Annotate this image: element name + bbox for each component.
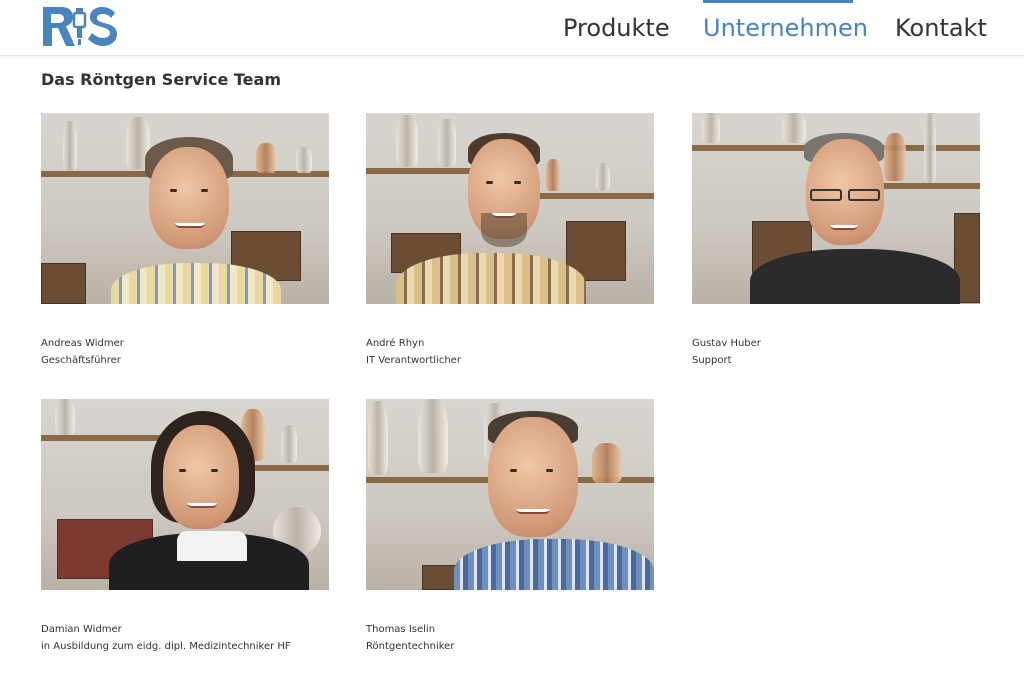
nav-item-produkte[interactable]: Produkte [563,12,670,44]
team-member-name: Thomas Iselin [366,624,436,635]
team-member-name: Gustav Huber [692,338,761,349]
team-member-card: Damian Widmer in Ausbildung zum eidg. di… [41,399,329,652]
team-member-name: Damian Widmer [41,624,122,635]
page-title: Das Röntgen Service Team [41,70,281,89]
nav-item-kontakt[interactable]: Kontakt [895,12,987,44]
team-member-role: Support [692,355,732,366]
team-member-card: Andreas Widmer Geschäftsführer [41,113,329,366]
team-member-name: Andreas Widmer [41,338,124,349]
team-member-photo [366,113,654,304]
team-member-card: André Rhyn IT Verantwortlicher [366,113,654,366]
active-nav-indicator [703,0,853,3]
team-member-photo [366,399,654,590]
team-member-photo [41,399,329,590]
team-member-role: Geschäftsführer [41,355,121,366]
team-member-card: Gustav Huber Support [692,113,980,366]
team-member-card: Thomas Iselin Röntgentechniker [366,399,654,652]
team-member-role: in Ausbildung zum eidg. dipl. Medizintec… [41,641,291,652]
company-logo[interactable] [41,5,121,51]
team-member-role: IT Verantwortlicher [366,355,461,366]
team-member-role: Röntgentechniker [366,641,455,652]
team-member-photo [692,113,980,304]
site-header: Produkte Unternehmen Kontakt [0,0,1024,56]
team-member-name: André Rhyn [366,338,425,349]
nav-item-unternehmen[interactable]: Unternehmen [703,12,868,44]
team-member-photo [41,113,329,304]
